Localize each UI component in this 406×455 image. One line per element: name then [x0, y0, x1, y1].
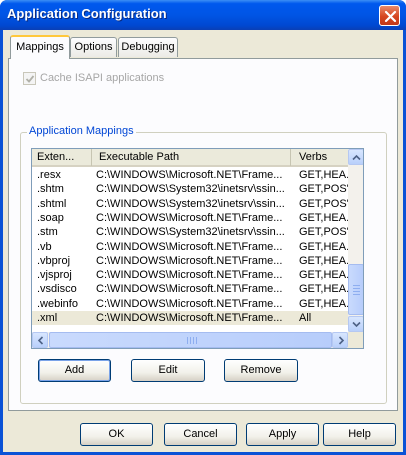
cell-verbs: GET,HEA... [299, 269, 349, 282]
horizontal-scroll-thumb[interactable] [49, 332, 332, 348]
close-x-icon [384, 10, 397, 23]
cell-executable-path: C:\WINDOWS\Microsoft.NET\Frame... [96, 254, 283, 267]
cell-verbs: GET,HEA... [299, 283, 349, 296]
help-button[interactable]: Help [323, 423, 396, 446]
column-header-extension[interactable]: Exten... [32, 149, 92, 166]
tab-debugging-label: Debugging [121, 41, 175, 53]
cell-extension: .vbproj [37, 254, 71, 267]
horizontal-scrollbar[interactable] [32, 332, 348, 348]
tab-mappings[interactable]: Mappings [10, 35, 70, 59]
cell-extension: .soap [37, 211, 64, 224]
list-item[interactable]: .resx C:\WINDOWS\Microsoft.NET\Frame... GE… [32, 168, 349, 182]
scroll-up-button[interactable] [348, 149, 363, 165]
mappings-list[interactable]: Exten... Executable Path Verbs .resx C:\W… [31, 148, 364, 349]
cancel-button[interactable]: Cancel [164, 423, 237, 446]
edit-button[interactable]: Edit [131, 359, 205, 382]
cache-isapi-label: Cache ISAPI applications [40, 72, 165, 84]
list-item[interactable]: .vsdisco C:\WINDOWS\Microsoft.NET\Frame..… [32, 282, 349, 296]
column-header-verbs[interactable]: Verbs [291, 149, 348, 166]
list-item[interactable]: .vbproj C:\WINDOWS\Microsoft.NET\Frame...… [32, 254, 349, 268]
title-bar[interactable]: Application Configuration [0, 0, 406, 30]
add-button[interactable]: Add [38, 359, 111, 382]
list-item[interactable]: .stm C:\WINDOWS\System32\inetsrv\ssin... G… [32, 225, 349, 239]
list-item[interactable]: .soap C:\WINDOWS\Microsoft.NET\Frame... GE… [32, 211, 349, 225]
column-header-extension-label: Exten... [37, 151, 75, 163]
cell-verbs: GET,HEA... [299, 254, 349, 267]
list-item[interactable]: .shtml C:\WINDOWS\System32\inetsrv\ssin..… [32, 197, 349, 211]
cell-verbs: GET,HEA... [299, 297, 349, 310]
scrollbar-corner [348, 332, 363, 348]
cell-extension: .vjsproj [37, 269, 72, 282]
application-mappings-group-label: Application Mappings [27, 125, 136, 138]
list-header: Exten... Executable Path Verbs [32, 149, 348, 167]
apply-button[interactable]: Apply [246, 423, 319, 446]
list-body: .resx C:\WINDOWS\Microsoft.NET\Frame... GE… [32, 167, 349, 325]
cell-executable-path: C:\WINDOWS\Microsoft.NET\Frame... [96, 312, 283, 324]
cell-verbs: GET,HEA... [299, 211, 349, 224]
cell-executable-path: C:\WINDOWS\Microsoft.NET\Frame... [96, 269, 283, 282]
cell-verbs: All [299, 312, 312, 324]
cache-isapi-checkbox[interactable] [23, 72, 36, 85]
cell-extension: .resx [37, 169, 61, 181]
cell-extension: .shtm [37, 183, 64, 196]
vertical-scroll-thumb[interactable] [348, 264, 363, 315]
cell-extension: .shtml [37, 197, 67, 210]
arrow-down-icon [352, 321, 361, 328]
vertical-scrollbar[interactable] [348, 149, 363, 332]
column-header-verbs-label: Verbs [299, 151, 328, 163]
tab-debugging[interactable]: Debugging [118, 37, 178, 57]
arrow-left-icon [37, 336, 44, 345]
cell-extension: .webinfo [37, 297, 78, 310]
cell-executable-path: C:\WINDOWS\System32\inetsrv\ssin... [96, 197, 285, 210]
dialog-client-area: Mappings Options Debugging Cache ISAPI a… [3, 30, 403, 452]
cell-extension: .stm [37, 226, 58, 239]
scroll-left-button[interactable] [32, 332, 48, 348]
cell-verbs: GET,POS' [299, 197, 349, 210]
column-header-executable-path[interactable]: Executable Path [92, 149, 291, 166]
cell-executable-path: C:\WINDOWS\Microsoft.NET\Frame... [96, 240, 283, 253]
cell-executable-path: C:\WINDOWS\Microsoft.NET\Frame... [96, 211, 283, 224]
close-button[interactable] [379, 5, 400, 26]
ok-button[interactable]: OK [80, 423, 153, 446]
cell-extension: .vb [37, 240, 52, 253]
mappings-tab-panel: Cache ISAPI applications Application Map… [8, 58, 398, 411]
cell-verbs: GET,HEA... [299, 240, 349, 253]
column-header-path-label: Executable Path [99, 151, 180, 163]
arrow-up-icon [352, 154, 361, 161]
list-item[interactable]: .vjsproj C:\WINDOWS\Microsoft.NET\Frame..… [32, 268, 349, 282]
arrow-right-icon [338, 336, 345, 345]
tab-mappings-label: Mappings [16, 41, 64, 53]
cell-verbs: GET,HEA... [299, 169, 349, 181]
window-title: Application Configuration [7, 6, 167, 21]
tab-options-label: Options [74, 41, 113, 53]
cell-executable-path: C:\WINDOWS\System32\inetsrv\ssin... [96, 226, 285, 239]
list-item[interactable]: .shtm C:\WINDOWS\System32\inetsrv\ssin...… [32, 182, 349, 196]
remove-button[interactable]: Remove [224, 359, 298, 382]
cell-verbs: GET,POS' [299, 226, 349, 239]
cell-extension: .vsdisco [37, 283, 77, 296]
tab-options[interactable]: Options [70, 37, 117, 57]
list-item[interactable]: .webinfo C:\WINDOWS\Microsoft.NET\Frame..… [32, 297, 349, 311]
cell-executable-path: C:\WINDOWS\Microsoft.NET\Frame... [96, 283, 283, 296]
checkmark-icon [25, 75, 35, 83]
cell-extension: .xml [37, 312, 58, 324]
cell-executable-path: C:\WINDOWS\Microsoft.NET\Frame... [96, 169, 283, 181]
list-item[interactable]: .xml C:\WINDOWS\Microsoft.NET\Frame... All [32, 311, 348, 325]
list-item[interactable]: .vb C:\WINDOWS\Microsoft.NET\Frame... GET,… [32, 240, 349, 254]
cell-verbs: GET,POS' [299, 183, 349, 196]
cell-executable-path: C:\WINDOWS\System32\inetsrv\ssin... [96, 183, 285, 196]
scroll-down-button[interactable] [348, 316, 363, 332]
dialog-window: Application Configuration Mappings Optio… [0, 0, 406, 455]
cell-executable-path: C:\WINDOWS\Microsoft.NET\Frame... [96, 297, 283, 310]
scroll-right-button[interactable] [332, 332, 348, 348]
